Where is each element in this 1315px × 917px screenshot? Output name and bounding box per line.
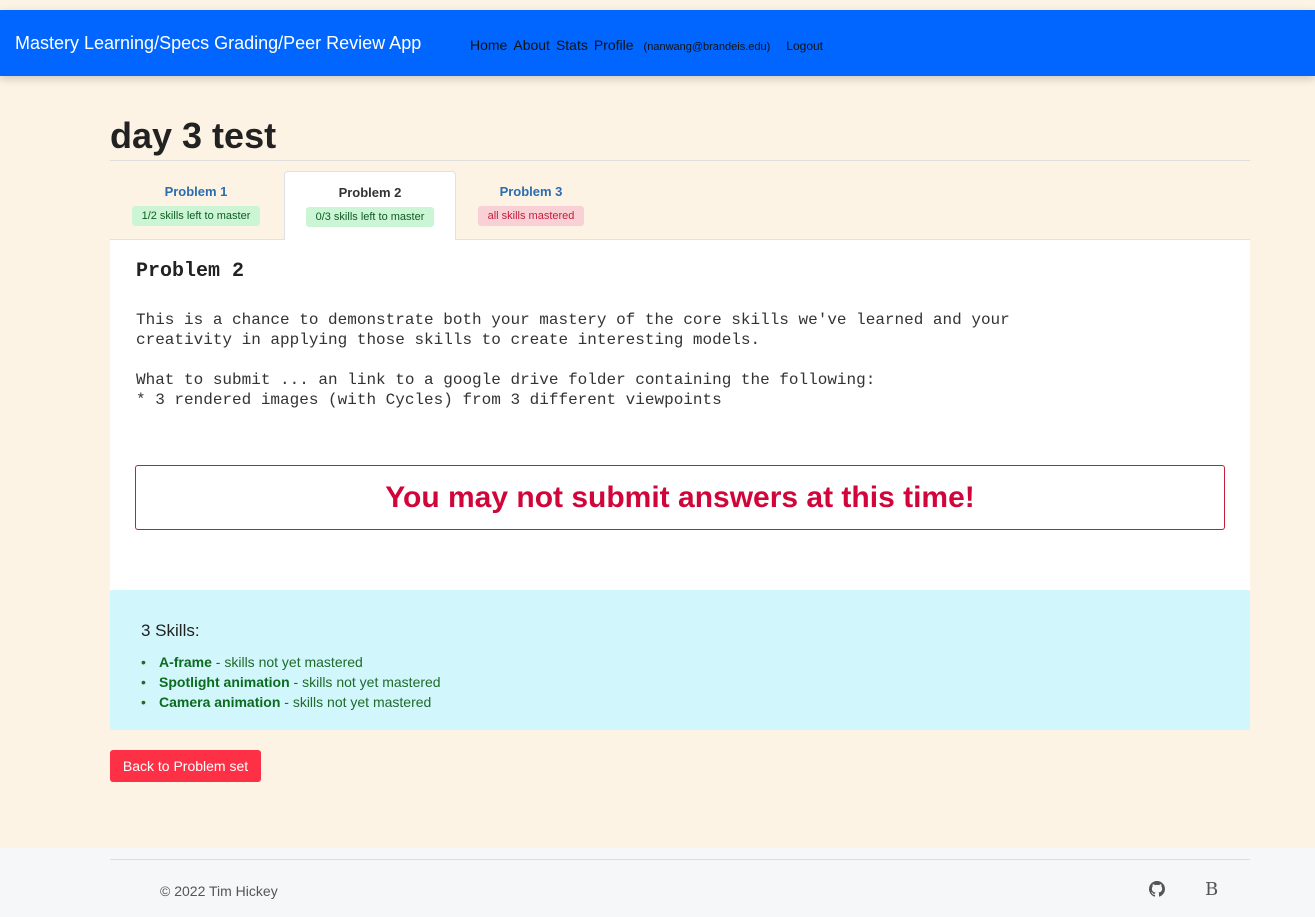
skills-list: A-frame - skills not yet mastered Spotli… bbox=[141, 652, 441, 712]
profile-email: (nanwang@brandeis.edu) bbox=[643, 41, 771, 53]
nav-links: Home About Stats Profile (nanwang@brande… bbox=[470, 33, 829, 53]
problem-tabs: Problem 1 1/2 skills left to master Prob… bbox=[110, 171, 1250, 241]
problem-description: This is a chance to demonstrate both you… bbox=[136, 311, 1010, 409]
navbar: Mastery Learning/Specs Grading/Peer Revi… bbox=[0, 10, 1315, 76]
tab-problem-3[interactable]: Problem 3 all skills mastered bbox=[474, 171, 588, 240]
github-icon[interactable] bbox=[1149, 881, 1165, 897]
title-divider bbox=[110, 160, 1250, 161]
footer-divider bbox=[110, 859, 1250, 860]
bootstrap-icon[interactable]: B bbox=[1205, 879, 1218, 900]
footer: © 2022 Tim Hickey B bbox=[0, 848, 1315, 917]
tab-label: Problem 2 bbox=[338, 185, 402, 200]
brand-link[interactable]: Mastery Learning/Specs Grading/Peer Revi… bbox=[15, 33, 470, 54]
problem-panel: Problem 2 This is a chance to demonstrat… bbox=[110, 240, 1250, 590]
tab-label: Problem 3 bbox=[499, 184, 563, 199]
list-item: Camera animation - skills not yet master… bbox=[141, 692, 441, 712]
skill-name: Spotlight animation bbox=[159, 674, 290, 690]
submission-closed-alert: You may not submit answers at this time! bbox=[135, 465, 1225, 530]
problem-heading: Problem 2 bbox=[136, 260, 245, 283]
skill-status: - skills not yet mastered bbox=[211, 654, 363, 670]
back-to-problem-set-button[interactable]: Back to Problem set bbox=[110, 750, 261, 782]
tab-problem-1[interactable]: Problem 1 1/2 skills left to master bbox=[126, 171, 266, 240]
nav-stats-link[interactable]: Stats bbox=[556, 37, 588, 53]
alert-message: You may not submit answers at this time! bbox=[385, 480, 975, 514]
status-badge: 1/2 skills left to master bbox=[131, 206, 261, 226]
skills-title: 3 Skills: bbox=[141, 621, 200, 640]
skills-panel: 3 Skills: A-frame - skills not yet maste… bbox=[110, 590, 1250, 730]
copyright: © 2022 Tim Hickey bbox=[160, 883, 278, 899]
nav-about-link[interactable]: About bbox=[513, 37, 550, 53]
status-badge: 0/3 skills left to master bbox=[305, 207, 435, 227]
skill-status: - skills not yet mastered bbox=[289, 674, 441, 690]
nav-logout-link[interactable]: Logout bbox=[786, 39, 823, 53]
skill-name: Camera animation bbox=[159, 694, 281, 710]
skill-name: A-frame bbox=[159, 654, 212, 670]
nav-profile-link[interactable]: Profile bbox=[594, 37, 634, 53]
page-title: day 3 test bbox=[110, 115, 277, 156]
status-badge: all skills mastered bbox=[477, 206, 585, 226]
tab-problem-2[interactable]: Problem 2 0/3 skills left to master bbox=[284, 171, 456, 241]
list-item: A-frame - skills not yet mastered bbox=[141, 652, 441, 672]
tab-label: Problem 1 bbox=[164, 184, 228, 199]
list-item: Spotlight animation - skills not yet mas… bbox=[141, 672, 441, 692]
skill-status: - skills not yet mastered bbox=[280, 694, 432, 710]
nav-home-link[interactable]: Home bbox=[470, 37, 507, 53]
